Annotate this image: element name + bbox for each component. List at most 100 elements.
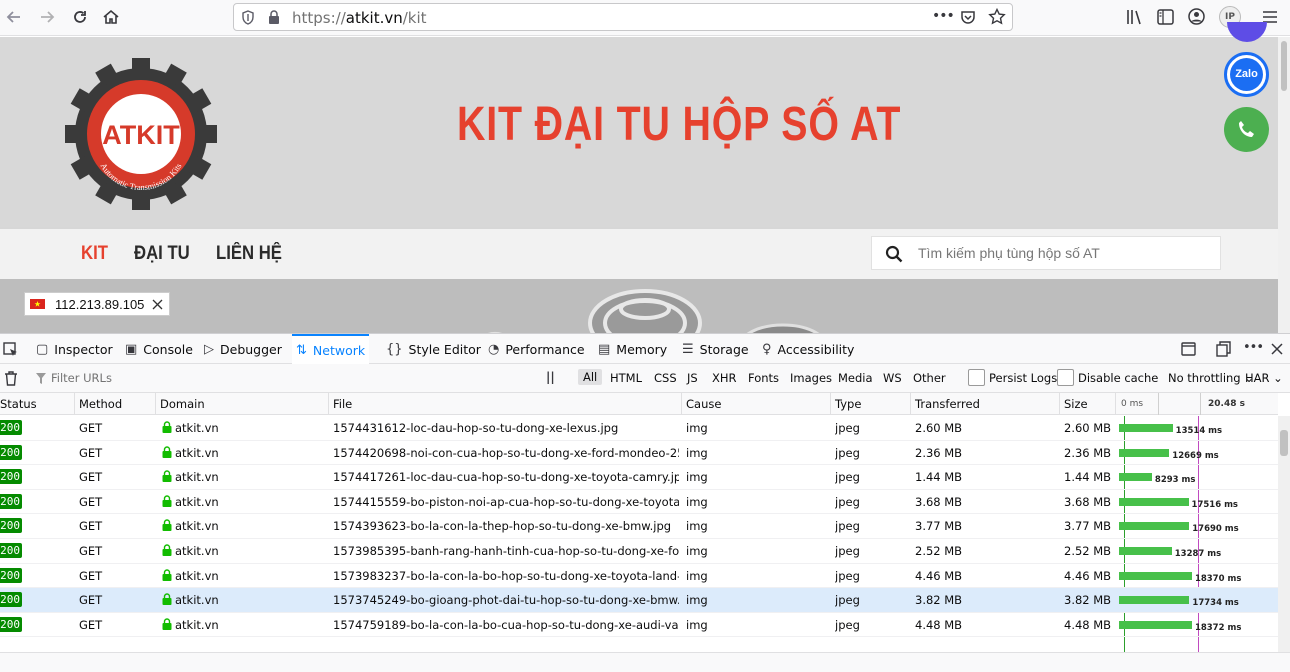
column-header-file[interactable]: File: [333, 397, 352, 411]
column-separator[interactable]: [155, 393, 156, 415]
disable-cache-label[interactable]: Disable cache: [1078, 371, 1158, 385]
filter-ws[interactable]: WS: [883, 371, 902, 385]
tab-debugger[interactable]: ▷ Debugger: [200, 334, 286, 364]
atkit-logo[interactable]: ATKIT Automatic Transmission Kits: [64, 57, 218, 211]
nav-item-kit[interactable]: KIT: [81, 243, 108, 265]
column-header-transferred[interactable]: Transferred: [915, 397, 980, 411]
page-actions-menu-icon[interactable]: •••: [932, 8, 955, 24]
nav-item-dai-tu[interactable]: ĐẠI TU: [134, 243, 190, 265]
tab-performance[interactable]: ◔ Performance: [484, 334, 589, 364]
pause-recording-icon[interactable]: ||: [546, 370, 555, 384]
secure-lock-icon: [162, 618, 172, 630]
method-cell: GET: [79, 544, 103, 558]
browser-toolbar: https://atkit.vn/kit ••• IP: [0, 0, 1290, 36]
column-header-cause[interactable]: Cause: [686, 397, 721, 411]
pocket-icon[interactable]: [960, 9, 976, 25]
brand-logos-banner: [0, 279, 1278, 333]
tab-style-editor[interactable]: {} Style Editor: [382, 334, 485, 364]
column-header-domain[interactable]: Domain: [160, 397, 205, 411]
request-row[interactable]: 200 GET atkit.vn 1574415559-bo-piston-noi-a…: [0, 490, 1278, 515]
home-button[interactable]: [97, 4, 125, 30]
tab-label: Inspector: [54, 341, 113, 357]
request-row[interactable]: 200 GET atkit.vn 1574431612-loc-dau-hop-so-…: [0, 416, 1278, 441]
filter-media[interactable]: Media: [838, 371, 873, 385]
file-cell: 1574431612-loc-dau-hop-so-tu-dong-xe-lex…: [333, 421, 619, 435]
request-row[interactable]: 200 GET atkit.vn 1574417261-loc-dau-cua-hop…: [0, 465, 1278, 490]
tab-inspector[interactable]: ▢ Inspector: [32, 334, 117, 364]
sidebar-toggle-icon[interactable]: [1157, 9, 1174, 25]
tab-storage[interactable]: ☰ Storage: [678, 334, 753, 364]
dock-toggle-icon[interactable]: [1216, 341, 1231, 357]
filter-other[interactable]: Other: [913, 371, 946, 385]
request-row[interactable]: 200 GET atkit.vn 1574420698-noi-con-cua-hop…: [0, 441, 1278, 466]
forward-button[interactable]: [33, 4, 61, 30]
tab-network[interactable]: ⇅ Network: [292, 334, 370, 364]
column-header-size[interactable]: Size: [1064, 397, 1088, 411]
disable-cache-checkbox[interactable]: [1057, 369, 1074, 386]
responsive-design-icon[interactable]: [1181, 342, 1196, 356]
tracking-protection-shield-icon[interactable]: [241, 10, 255, 25]
reload-icon: [74, 11, 86, 23]
har-menu[interactable]: HAR ⌄: [1245, 371, 1283, 385]
column-header-type[interactable]: Type: [835, 397, 861, 411]
page-scrollbar[interactable]: [1278, 37, 1290, 333]
filter-fonts[interactable]: Fonts: [748, 371, 779, 385]
phone-call-button[interactable]: [1224, 107, 1269, 152]
tab-label: Performance: [505, 341, 585, 357]
waterfall-time-label: 17690 ms: [1192, 524, 1239, 535]
close-icon[interactable]: [152, 299, 163, 310]
filter-xhr[interactable]: XHR: [712, 371, 737, 385]
column-header-status[interactable]: Status: [0, 397, 37, 411]
nav-item-lien-he[interactable]: LIÊN HỆ: [216, 243, 282, 265]
library-icon[interactable]: [1126, 9, 1144, 25]
devtools-menu-icon[interactable]: •••: [1243, 340, 1264, 355]
inspector-icon: ▢: [36, 341, 49, 357]
column-separator[interactable]: [681, 393, 682, 415]
request-row[interactable]: 200 GET atkit.vn 1573745249-bo-gioang-phot-…: [0, 588, 1278, 613]
back-button[interactable]: [0, 4, 28, 30]
element-picker-icon[interactable]: [3, 342, 18, 357]
site-search-input[interactable]: Tìm kiếm phụ tùng hộp số AT: [871, 236, 1221, 270]
trash-icon[interactable]: [4, 371, 18, 386]
filter-all[interactable]: All: [578, 369, 603, 385]
persist-logs-label[interactable]: Persist Logs: [989, 371, 1057, 385]
column-separator[interactable]: [910, 393, 911, 415]
request-list-scrollbar[interactable]: [1278, 416, 1290, 652]
tab-console[interactable]: ▣ Console: [121, 334, 197, 364]
tab-memory[interactable]: ▤ Memory: [594, 334, 671, 364]
waterfall-time-label: 18372 ms: [1194, 622, 1242, 633]
url-text[interactable]: https://atkit.vn/kit: [292, 9, 427, 27]
account-icon[interactable]: [1188, 8, 1205, 25]
address-bar[interactable]: https://atkit.vn/kit •••: [233, 3, 1013, 31]
close-devtools-icon[interactable]: [1271, 343, 1283, 355]
request-row[interactable]: 200 GET atkit.vn 1574393623-bo-la-con-la-th…: [0, 514, 1278, 539]
tab-accessibility[interactable]: ♀ Accessibility: [758, 334, 858, 364]
filter-images[interactable]: Images: [790, 371, 832, 385]
reload-button[interactable]: [66, 4, 94, 30]
column-separator[interactable]: [1059, 393, 1060, 415]
transferred-cell: 3.82 MB: [915, 593, 963, 608]
column-header-method[interactable]: Method: [79, 397, 122, 411]
throttling-select[interactable]: No throttling ⌄: [1168, 371, 1254, 385]
request-row-partial[interactable]: [0, 637, 1278, 652]
filter-urls-input[interactable]: Filter URLs: [27, 367, 537, 389]
request-row[interactable]: 200 GET atkit.vn 1574759189-bo-la-con-la-bo…: [0, 613, 1278, 638]
column-separator[interactable]: [74, 393, 75, 415]
scrollbar-thumb[interactable]: [1280, 430, 1288, 456]
scrollbar-thumb[interactable]: [1281, 41, 1287, 91]
search-icon[interactable]: [885, 245, 903, 263]
filter-js[interactable]: JS: [687, 371, 698, 385]
bookmark-star-icon[interactable]: [988, 8, 1006, 26]
filter-css[interactable]: CSS: [654, 371, 677, 385]
filter-html[interactable]: HTML: [610, 371, 642, 385]
ip-address-tag[interactable]: 112.213.89.105: [24, 292, 170, 316]
column-separator[interactable]: [328, 393, 329, 415]
waterfall-tick-start: 0 ms: [1121, 399, 1144, 409]
zalo-button[interactable]: Zalo: [1224, 52, 1269, 97]
lock-icon[interactable]: [268, 10, 280, 25]
request-row[interactable]: 200 GET atkit.vn 1573985395-banh-rang-hanh-…: [0, 539, 1278, 564]
column-separator[interactable]: [830, 393, 831, 415]
request-row[interactable]: 200 GET atkit.vn 1573983237-bo-la-con-la-bo…: [0, 564, 1278, 589]
waterfall-tick-end: 20.48 s: [1208, 399, 1245, 409]
persist-logs-checkbox[interactable]: [968, 369, 985, 386]
